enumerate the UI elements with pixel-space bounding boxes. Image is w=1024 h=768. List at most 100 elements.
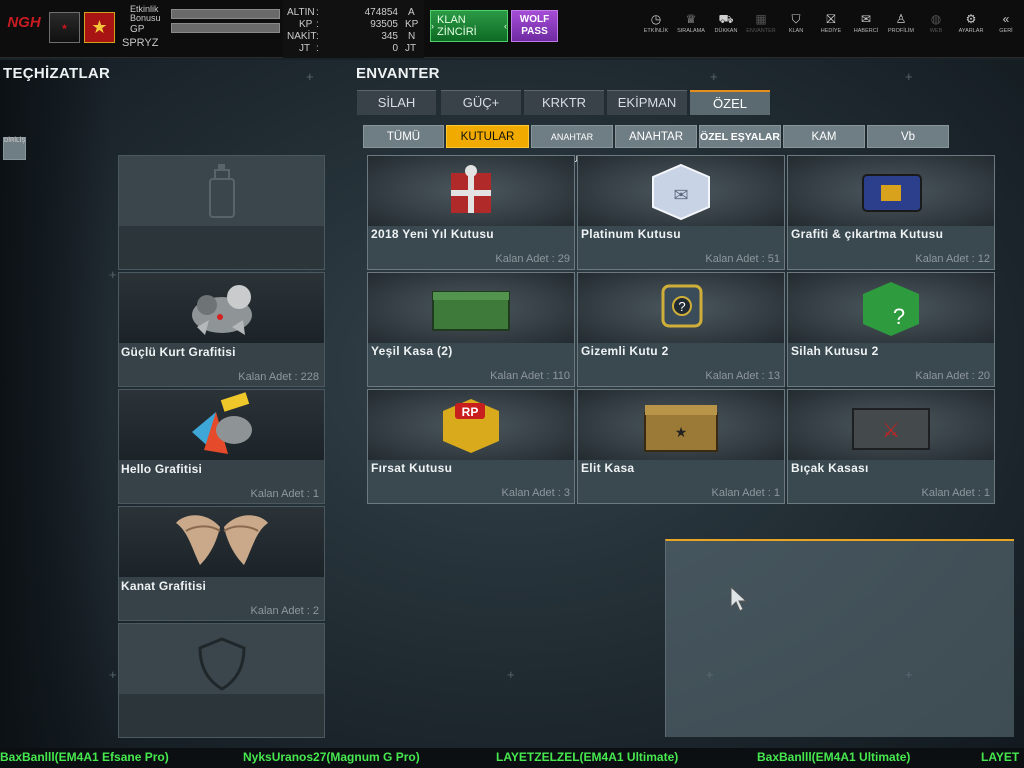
item-name: Platinum Kutusu: [581, 227, 681, 241]
equipment-slot-5[interactable]: [118, 623, 325, 738]
equipment-name: Hello Grafitisi: [121, 462, 203, 476]
item-count: Kalan Adet : 51: [705, 253, 780, 265]
nav-label: ETKİNLİK: [643, 28, 669, 34]
kp-label: KP: [299, 19, 313, 30]
ticker-entry: LAYET: [981, 750, 1020, 764]
equipment-name: Güçlü Kurt Grafitisi: [121, 345, 236, 359]
left-shadow: [0, 60, 110, 748]
plus-marker: +: [905, 69, 913, 84]
star-badge-icon[interactable]: ★: [84, 12, 115, 43]
inventory-item[interactable]: Grafiti & çıkartma Kutusu Kalan Adet : 12: [787, 155, 995, 270]
inventory-item[interactable]: ? Silah Kutusu 2 Kalan Adet : 20: [787, 272, 995, 387]
inventory-item[interactable]: ★ Elit Kasa Kalan Adet : 1: [577, 389, 785, 504]
tab-2[interactable]: KRKTR: [524, 90, 604, 115]
inventory-item[interactable]: ⚔ Bıçak Kasası Kalan Adet : 1: [787, 389, 995, 504]
inventory-icon: ▦: [755, 12, 767, 26]
nav-geri-button[interactable]: « GERİ: [989, 10, 1023, 40]
kill-ticker: BaxBanlll(EM4A1 Efsane Pro) NyksUranos27(…: [0, 748, 1024, 768]
equipment-slot-1[interactable]: [118, 155, 325, 270]
subtab-6[interactable]: Vb: [867, 125, 949, 148]
inventory-item[interactable]: Yeşil Kasa (2) Kalan Adet : 110: [367, 272, 575, 387]
ticker-entry: BaxBanlll(EM4A1 Efsane Pro): [0, 750, 169, 764]
shield-icon: ⛉: [791, 12, 801, 26]
subtab-1[interactable]: KUTULAR: [446, 125, 529, 148]
inventory-item[interactable]: ? Gizemli Kutu 2 Kalan Adet : 13: [577, 272, 785, 387]
tab-0[interactable]: SİLAH: [357, 90, 436, 115]
gp-label: GP: [130, 24, 145, 35]
tab-4[interactable]: ÖZEL: [690, 90, 770, 115]
nav-ayarlar-button[interactable]: ⚙ AYARLAR: [954, 10, 988, 40]
subtab-0[interactable]: TÜMÜ: [363, 125, 444, 148]
currency-panel: ALTIN: KP: NAKİT: JT: 474854 93505 345 0…: [283, 0, 424, 58]
nav-dkkan-button[interactable]: ⛟ DÜKKAN: [709, 10, 743, 40]
inventory-title: ENVANTER: [356, 65, 440, 82]
top-bar: NGH DİRİLİŞ ★ ★ Etkinlik Bonusu GP SPRYZ …: [0, 0, 1024, 160]
equipment-slot-3[interactable]: Hello Grafitisi Kalan Adet : 1: [118, 389, 325, 504]
subtab-5[interactable]: KAM: [783, 125, 865, 148]
inventory-item[interactable]: RP Fırsat Kutusu Kalan Adet : 3: [367, 389, 575, 504]
plus-marker: +: [109, 267, 117, 282]
jt-label: JT: [299, 43, 311, 54]
spray-can-icon: [119, 156, 324, 226]
profile-icon: ♙: [895, 12, 907, 26]
item-count: Kalan Adet : 20: [915, 370, 990, 382]
elite-chest-icon: ★: [578, 390, 784, 460]
ticker-entry: BaxBanlll(EM4A1 Ultimate): [757, 750, 911, 764]
klan-zinciri-button[interactable]: › KLAN ZİNCİRİ ‹: [430, 10, 508, 42]
nav-label: WEB: [929, 28, 943, 34]
nav-web-button[interactable]: ◍ WEB: [919, 10, 953, 40]
rank-badge[interactable]: ★: [49, 12, 80, 43]
plus-marker: +: [710, 69, 718, 84]
item-detail-panel: [665, 539, 1014, 737]
equipment-count: Kalan Adet : 1: [250, 488, 320, 500]
nav-haberci-button[interactable]: ✉ HABERCİ: [849, 10, 883, 40]
equipment-slot-4[interactable]: Kanat Grafitisi Kalan Adet : 2: [118, 506, 325, 621]
bonus-label-2: Bonusu: [130, 13, 161, 23]
bonus-bar: [171, 9, 280, 19]
username: SPRYZ: [122, 37, 159, 49]
svg-text:?: ?: [893, 304, 905, 329]
subtab-4[interactable]: ÖZEL EŞYALAR: [699, 125, 781, 148]
nav-hediye-button[interactable]: ⛝ HEDİYE: [814, 10, 848, 40]
game-logo: NGH DİRİLİŞ: [3, 12, 45, 160]
item-name: 2018 Yeni Yıl Kutusu: [371, 227, 494, 241]
jt-unit: JT: [405, 43, 417, 54]
nav-klan-button[interactable]: ⛉ KLAN: [779, 10, 813, 40]
back-icon: «: [1002, 12, 1010, 26]
nav-siralama-button[interactable]: ♕ SIRALAMA: [674, 10, 708, 40]
mystery-box-icon: ?: [578, 273, 784, 343]
equipment-count: Kalan Adet : 2: [250, 605, 320, 617]
rp-box-icon: RP: [368, 390, 574, 460]
equipment-title: TEÇHİZATLAR: [3, 65, 111, 82]
altin-unit: A: [408, 7, 415, 18]
wolf-graffiti-icon: [119, 273, 324, 343]
wolf-pass-button[interactable]: WOLF PASS: [511, 10, 558, 42]
item-name: Grafiti & çıkartma Kutusu: [791, 227, 944, 241]
gear-icon: ⚙: [965, 12, 977, 26]
equipment-slot-2[interactable]: Güçlü Kurt Grafitisi Kalan Adet : 228: [118, 272, 325, 387]
item-name: Fırsat Kutusu: [371, 461, 453, 475]
item-name: Yeşil Kasa (2): [371, 344, 453, 358]
subtab-3[interactable]: ANAHTAR: [615, 125, 697, 148]
weapon-box-icon: ?: [788, 273, 994, 343]
item-name: Silah Kutusu 2: [791, 344, 879, 358]
kp-value: 93505: [370, 19, 398, 30]
gp-bar: [171, 23, 280, 33]
svg-text:RP: RP: [462, 405, 479, 419]
gift-icon: ⛝: [826, 12, 836, 26]
nav-label: AYARLAR: [958, 28, 984, 34]
nav-envanter-button[interactable]: ▦ ENVANTER: [744, 10, 778, 40]
subtab-2[interactable]: ANAHTAR KUTUSU: [531, 125, 613, 164]
inventory-item[interactable]: 2018 Yeni Yıl Kutusu Kalan Adet : 29: [367, 155, 575, 270]
nav-profilim-button[interactable]: ♙ PROFİLİM: [884, 10, 918, 40]
item-name: Bıçak Kasası: [791, 461, 869, 475]
inventory-item[interactable]: ✉ Platinum Kutusu Kalan Adet : 51: [577, 155, 785, 270]
equipment-name: Kanat Grafitisi: [121, 579, 207, 593]
svg-text:?: ?: [678, 299, 685, 314]
item-count: Kalan Adet : 3: [501, 487, 571, 499]
item-count: Kalan Adet : 1: [711, 487, 781, 499]
tab-3[interactable]: EKİPMAN: [607, 90, 687, 115]
nav-etkinlik-button[interactable]: ◷ ETKİNLİK: [639, 10, 673, 40]
tab-1[interactable]: GÜÇ+: [441, 90, 521, 115]
green-crate-icon: [368, 273, 574, 343]
